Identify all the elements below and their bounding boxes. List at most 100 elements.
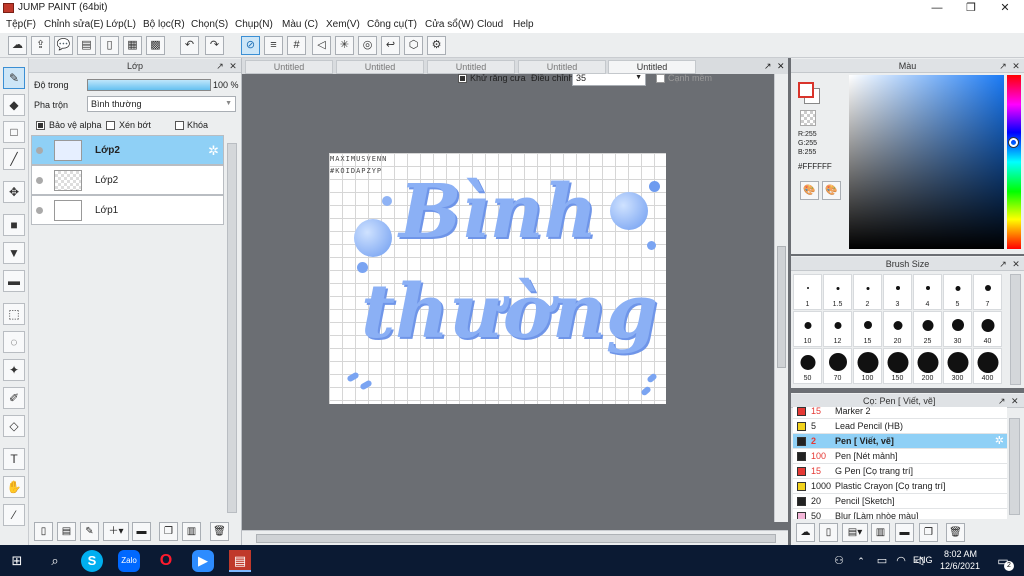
- brush-size-cell[interactable]: 40: [973, 311, 1002, 347]
- menu-view[interactable]: Xem(V): [326, 19, 360, 30]
- concentric-icon[interactable]: ◎: [358, 36, 377, 55]
- layout-icon[interactable]: ▩: [146, 36, 165, 55]
- new-preset-icon[interactable]: ▯: [819, 523, 838, 542]
- menu-color[interactable]: Màu (C): [282, 19, 318, 30]
- menu-capture[interactable]: Chụp(N): [235, 19, 273, 30]
- undock-icon[interactable]: ↗: [764, 61, 772, 72]
- visibility-icon[interactable]: [36, 147, 43, 154]
- chevron-up-icon[interactable]: ⌃: [850, 550, 872, 572]
- opera-icon[interactable]: O: [155, 550, 177, 572]
- undock-icon[interactable]: ↗: [998, 259, 1008, 269]
- layer-row[interactable]: Lớp1: [31, 195, 224, 225]
- radial-icon[interactable]: ✳: [335, 36, 354, 55]
- brush-size-cell[interactable]: 10: [793, 311, 822, 347]
- palette-edit-icon[interactable]: 🎨: [822, 181, 841, 200]
- layer-row[interactable]: Lớp2 ✲: [31, 135, 224, 165]
- doc-tab-active[interactable]: Untitled: [608, 60, 696, 74]
- clock-date[interactable]: 12/6/2021: [940, 561, 980, 571]
- fill-rect-tool-icon[interactable]: ■: [3, 214, 25, 236]
- grid-doc-icon[interactable]: ▦: [123, 36, 142, 55]
- brush-size-cell[interactable]: 50: [793, 348, 822, 384]
- brush-size-cell[interactable]: 150: [883, 348, 912, 384]
- close-icon[interactable]: ✕: [777, 61, 785, 72]
- undock-icon[interactable]: ↗: [998, 61, 1008, 71]
- clip-checkbox[interactable]: [106, 121, 115, 130]
- lock-checkbox[interactable]: [175, 121, 184, 130]
- pen-scrollbar[interactable]: [1009, 418, 1020, 515]
- visibility-icon[interactable]: [36, 177, 43, 184]
- protect-alpha-checkbox[interactable]: [36, 121, 45, 130]
- perspective-icon[interactable]: ◁: [312, 36, 331, 55]
- folder-icon[interactable]: ▬: [895, 523, 914, 542]
- brush-size-cell[interactable]: 300: [943, 348, 972, 384]
- dialog-icon[interactable]: ▤: [77, 36, 96, 55]
- close-button[interactable]: ✕: [988, 0, 1022, 17]
- opacity-slider[interactable]: [87, 79, 211, 91]
- new-vector-icon[interactable]: ✎: [80, 522, 99, 541]
- pen-preset-row[interactable]: 50 Blur [Làm nhòe màu]: [793, 509, 1007, 519]
- menu-file[interactable]: Tệp(F): [6, 19, 36, 30]
- language-indicator[interactable]: ENG: [913, 555, 933, 565]
- no-snap-icon[interactable]: ⊘: [241, 36, 260, 55]
- brush-scrollbar[interactable]: [1010, 274, 1021, 385]
- duplicate-icon[interactable]: ❐: [919, 523, 938, 542]
- eyedropper-icon[interactable]: ⁄: [3, 504, 25, 526]
- folder-icon[interactable]: ▬: [132, 522, 151, 541]
- line-tool-icon[interactable]: ╱: [3, 148, 25, 170]
- search-icon[interactable]: ⌕: [44, 550, 66, 572]
- brush-size-cell[interactable]: 200: [913, 348, 942, 384]
- visibility-icon[interactable]: [36, 207, 43, 214]
- menu-filter[interactable]: Bộ lọc(R): [143, 19, 185, 30]
- saturation-value-picker[interactable]: [849, 75, 1004, 249]
- undock-icon[interactable]: ↗: [998, 396, 1008, 406]
- palette-icon[interactable]: 🎨: [800, 181, 819, 200]
- drawing-canvas[interactable]: MAXIMUSVENN #KOIDAPZYP Bình thường: [329, 153, 666, 404]
- brush-size-cell[interactable]: 7: [973, 274, 1002, 310]
- text-tool-icon[interactable]: T: [3, 448, 25, 470]
- curve-icon[interactable]: ↩: [381, 36, 400, 55]
- soft-edge-checkbox[interactable]: [656, 74, 665, 83]
- gradient-tool-icon[interactable]: ▬: [3, 270, 25, 292]
- menu-tools[interactable]: Công cụ(T): [367, 19, 417, 30]
- antialias-checkbox[interactable]: [458, 74, 467, 83]
- close-icon[interactable]: ✕: [1011, 396, 1021, 406]
- cloud-download-icon[interactable]: ☁: [796, 523, 815, 542]
- export-icon[interactable]: ⇪: [31, 36, 50, 55]
- polygon-icon[interactable]: ⬡: [404, 36, 423, 55]
- menu-cloud[interactable]: Cloud: [477, 19, 503, 30]
- pen-preset-row[interactable]: 15 Marker 2: [793, 407, 1007, 419]
- add-layer-menu-icon[interactable]: ＋▾: [103, 522, 129, 541]
- pen-preset-row[interactable]: 20 Pencil [Sketch]: [793, 494, 1007, 509]
- minimize-button[interactable]: —: [920, 0, 954, 17]
- close-icon[interactable]: ✕: [1011, 259, 1021, 269]
- canvas-vertical-scrollbar[interactable]: [774, 74, 788, 522]
- doc-tab[interactable]: Untitled: [518, 60, 606, 74]
- gear-icon[interactable]: ✲: [995, 434, 1004, 449]
- brush-size-cell[interactable]: 100: [853, 348, 882, 384]
- brush-size-cell[interactable]: 30: [943, 311, 972, 347]
- brush-size-cell[interactable]: 25: [913, 311, 942, 347]
- gear-icon[interactable]: ✲: [208, 143, 219, 159]
- trash-icon[interactable]: 🗑: [946, 523, 965, 542]
- vertical-scroll-thumb[interactable]: [777, 246, 786, 368]
- duplicate-icon[interactable]: ❐: [159, 522, 178, 541]
- layer-scrollbar[interactable]: [227, 143, 237, 513]
- redo-icon[interactable]: ↷: [205, 36, 224, 55]
- doc-tab[interactable]: Untitled: [245, 60, 333, 74]
- copy-preset-icon[interactable]: ▥: [871, 523, 890, 542]
- brush-size-cell[interactable]: 70: [823, 348, 852, 384]
- canvas-horizontal-scrollbar[interactable]: [242, 530, 788, 545]
- move-tool-icon[interactable]: ✥: [3, 181, 25, 203]
- brush-size-cell[interactable]: 400: [973, 348, 1002, 384]
- close-icon[interactable]: ✕: [228, 61, 238, 71]
- layer-row[interactable]: Lớp2: [31, 165, 224, 195]
- doc-tab[interactable]: Untitled: [336, 60, 424, 74]
- cloud-check-icon[interactable]: ☁: [8, 36, 27, 55]
- select-rect-icon[interactable]: ⬚: [3, 303, 25, 325]
- zoom-icon[interactable]: ▶: [192, 550, 214, 572]
- lasso-icon[interactable]: ◌: [3, 331, 25, 353]
- doc-tab[interactable]: Untitled: [427, 60, 515, 74]
- pen-preset-row[interactable]: 5 Lead Pencil (HB): [793, 419, 1007, 434]
- brush-size-cell[interactable]: 5: [943, 274, 972, 310]
- pen-preset-row[interactable]: 2 Pen [ Viết, vẽ] ✲: [793, 434, 1007, 449]
